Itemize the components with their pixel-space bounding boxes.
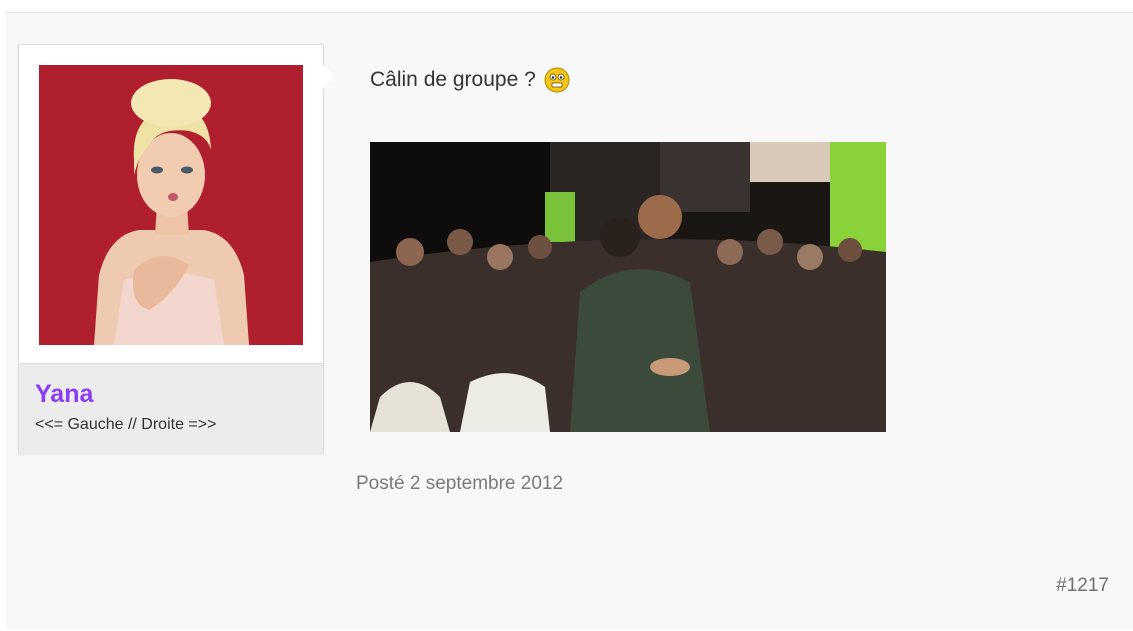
post-message: Câlin de groupe ? (370, 67, 570, 93)
photo-image-icon (370, 142, 886, 432)
post-text: Câlin de groupe ? (370, 68, 536, 91)
avatar[interactable] (39, 65, 303, 345)
user-title: <<= Gauche // Droite =>> (35, 416, 217, 433)
embarrassed-smiley-icon (544, 67, 570, 93)
author-info: Yana <<= Gauche // Droite =>> (19, 363, 323, 454)
group-hug-photo[interactable] (370, 142, 886, 432)
post-date: Posté 2 septembre 2012 (356, 473, 564, 494)
card-pointer (323, 65, 335, 89)
post-permalink[interactable]: #1217 (1056, 575, 1109, 597)
avatar-portrait-icon (39, 65, 303, 345)
author-card: Yana <<= Gauche // Droite =>> (18, 44, 335, 454)
username-link[interactable]: Yana (35, 380, 93, 409)
